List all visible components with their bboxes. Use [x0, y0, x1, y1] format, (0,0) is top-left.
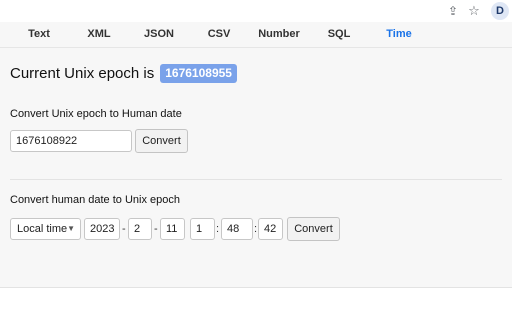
tab-time[interactable]: Time	[386, 22, 411, 47]
timezone-select[interactable]: Local time ▼	[10, 218, 81, 240]
epoch-to-human-heading: Convert Unix epoch to Human date	[10, 108, 182, 120]
epoch-input[interactable]: 1676108922	[10, 130, 132, 152]
time-separator: :	[216, 223, 220, 235]
current-epoch-label: Current Unix epoch is	[10, 64, 155, 82]
chevron-down-icon: ▼	[67, 224, 75, 233]
share-icon[interactable]: ⇪	[445, 3, 461, 19]
tab-text[interactable]: Text	[28, 22, 50, 47]
tab-number[interactable]: Number	[258, 22, 300, 47]
tab-xml[interactable]: XML	[87, 22, 110, 47]
second-field[interactable]: 42	[258, 218, 283, 240]
current-epoch-row: Current Unix epoch is 1676108955	[10, 63, 237, 83]
tab-bar: Text XML JSON CSV Number SQL Time	[0, 22, 512, 48]
time-separator: :	[254, 223, 258, 235]
human-to-epoch-heading: Convert human date to Unix epoch	[10, 194, 180, 206]
current-epoch-badge: 1676108955	[160, 63, 237, 83]
convert-date-button[interactable]: Convert	[287, 217, 340, 241]
tab-sql[interactable]: SQL	[328, 22, 351, 47]
month-field[interactable]: 2	[128, 218, 152, 240]
converter-panel: Text XML JSON CSV Number SQL Time Curren…	[0, 22, 512, 288]
avatar[interactable]: D	[491, 2, 509, 20]
minute-field[interactable]: 48	[221, 218, 253, 240]
section-divider	[10, 179, 502, 180]
year-field[interactable]: 2023	[84, 218, 120, 240]
convert-epoch-button[interactable]: Convert	[135, 129, 188, 153]
date-separator: -	[154, 223, 158, 235]
browser-toolbar: ⇪ ☆ D	[0, 0, 512, 22]
star-icon[interactable]: ☆	[466, 3, 482, 19]
timezone-value: Local time	[17, 223, 68, 235]
day-field[interactable]: 11	[160, 218, 185, 240]
tab-csv[interactable]: CSV	[208, 22, 231, 47]
tab-json[interactable]: JSON	[144, 22, 174, 47]
date-separator: -	[122, 223, 126, 235]
hour-field[interactable]: 1	[190, 218, 215, 240]
